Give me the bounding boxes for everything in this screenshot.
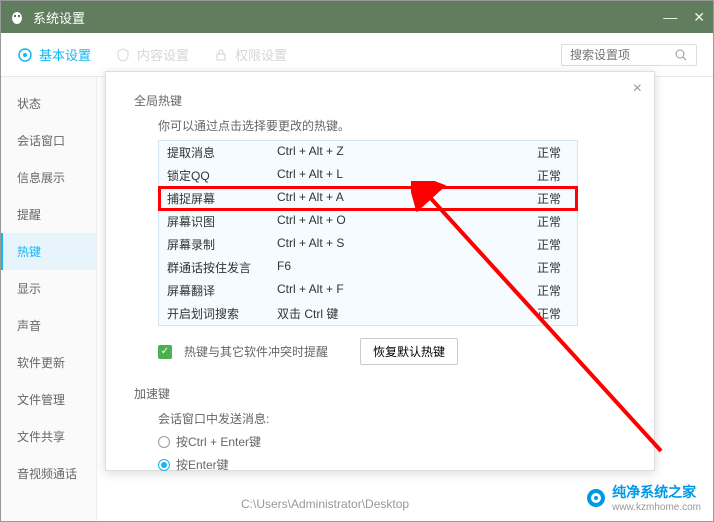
radio-ctrl-enter[interactable]: 按Ctrl + Enter键 [158,433,626,450]
hotkey-modal: × 全局热键 你可以通过点击选择要更改的热键。 提取消息Ctrl + Alt +… [105,71,655,471]
tab-content[interactable]: 内容设置 [115,45,189,64]
watermark-text: 纯净系统之家 [612,482,701,502]
tab-label: 基本设置 [39,45,91,64]
watermark: 纯净系统之家 www.kzmhome.com [586,482,701,513]
close-button[interactable]: ✕ [693,9,705,26]
sidebar-item-filemgr[interactable]: 文件管理 [1,381,96,418]
sidebar-item-chat[interactable]: 会话窗口 [1,122,96,159]
window-controls: — ✕ [663,9,705,26]
modal-close-button[interactable]: × [633,80,642,98]
hotkey-table: 提取消息Ctrl + Alt + Z正常 锁定QQCtrl + Alt + L正… [158,140,578,326]
section-title-accel: 加速键 [134,385,626,402]
radio-enter[interactable]: 按Enter键 [158,456,626,473]
minimize-button[interactable]: — [663,9,677,26]
radio-icon [158,436,170,448]
conflict-checkbox[interactable]: ✓ [158,345,172,359]
hotkey-row[interactable]: 屏幕识图Ctrl + Alt + O正常 [159,210,577,233]
sidebar-item-update[interactable]: 软件更新 [1,344,96,381]
conflict-row: ✓ 热键与其它软件冲突时提醒 恢复默认热键 [158,338,626,365]
hotkey-row[interactable]: 群通话按住发言F6正常 [159,256,577,279]
watermark-url: www.kzmhome.com [612,502,701,513]
hotkey-row[interactable]: 屏幕录制Ctrl + Alt + S正常 [159,233,577,256]
sidebar-item-sound[interactable]: 声音 [1,307,96,344]
window-title: 系统设置 [33,8,663,27]
hotkey-desc: 你可以通过点击选择要更改的热键。 [158,117,626,134]
conflict-label: 热键与其它软件冲突时提醒 [184,343,328,360]
watermark-icon [586,488,606,508]
sidebar-item-av[interactable]: 音视频通话 [1,455,96,492]
lock-icon [213,47,229,63]
sidebar-item-hotkey[interactable]: 热键 [1,233,96,270]
restore-default-button[interactable]: 恢复默认热键 [360,338,458,365]
app-icon [9,9,25,25]
sidebar-item-status[interactable]: 状态 [1,85,96,122]
sidebar-item-fileshare[interactable]: 文件共享 [1,418,96,455]
hotkey-row[interactable]: 提取消息Ctrl + Alt + Z正常 [159,141,577,164]
tab-label: 权限设置 [235,45,287,64]
hotkey-row[interactable]: 开启划词搜索双击 Ctrl 键正常 [159,302,577,325]
gear-icon [17,47,33,63]
titlebar: 系统设置 — ✕ [1,1,713,33]
section-title-global: 全局热键 [134,92,626,109]
shield-icon [115,47,131,63]
hotkey-row[interactable]: 屏幕翻译Ctrl + Alt + F正常 [159,279,577,302]
accel-desc: 会话窗口中发送消息: [158,410,626,427]
tab-basic[interactable]: 基本设置 [17,45,91,64]
sidebar: 状态 会话窗口 信息展示 提醒 热键 显示 声音 软件更新 文件管理 文件共享 … [1,77,97,521]
sidebar-item-display[interactable]: 显示 [1,270,96,307]
radio-icon [158,459,170,471]
hotkey-row-highlighted[interactable]: 捕捉屏幕Ctrl + Alt + A正常 [159,187,577,210]
hotkey-row[interactable]: 锁定QQCtrl + Alt + L正常 [159,164,577,187]
searchbox[interactable] [561,44,697,66]
search-icon [674,48,688,62]
search-input[interactable] [570,48,670,62]
settings-window: 系统设置 — ✕ 基本设置 内容设置 权限设置 状态 会话窗口 信息展示 提 [0,0,714,522]
sidebar-item-remind[interactable]: 提醒 [1,196,96,233]
tab-label: 内容设置 [137,45,189,64]
send-key-radio-group: 按Ctrl + Enter键 按Enter键 [158,433,626,473]
tab-permission[interactable]: 权限设置 [213,45,287,64]
sidebar-item-info[interactable]: 信息展示 [1,159,96,196]
path-text: C:\Users\Administrator\Desktop [241,497,409,511]
